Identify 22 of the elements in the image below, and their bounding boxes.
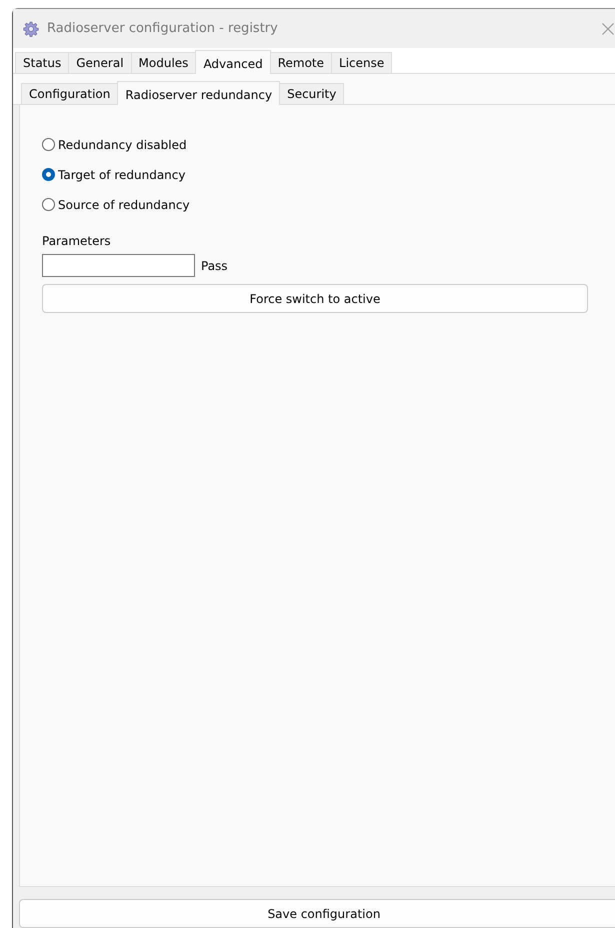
force-switch-button[interactable]: Force switch to active [42,284,588,313]
radio-label[interactable]: Source of redundancy [58,198,190,212]
pass-field[interactable] [42,254,195,277]
radio-label[interactable]: Target of redundancy [58,168,186,182]
radio-button[interactable] [42,168,55,181]
tab[interactable]: Configuration [21,83,118,104]
tab[interactable]: Remote [270,52,332,73]
tab[interactable]: Status [15,52,70,73]
tab[interactable]: License [331,52,392,73]
field-label: Pass [201,258,228,272]
gear-icon [23,20,39,36]
save-button[interactable]: Save configuration [19,899,615,928]
tab[interactable]: General [68,52,132,73]
tab[interactable]: Modules [130,52,196,73]
radio-button[interactable] [42,138,55,151]
radio-label[interactable]: Redundancy disabled [58,138,187,152]
section-label: Parameters [42,234,112,248]
tab[interactable]: Radioserver redundancy [117,81,280,105]
window-title: Radioserver configuration - registry [47,21,279,36]
radio-button[interactable] [42,198,55,211]
tab[interactable]: Security [279,83,344,104]
tab[interactable]: Advanced [195,50,271,74]
